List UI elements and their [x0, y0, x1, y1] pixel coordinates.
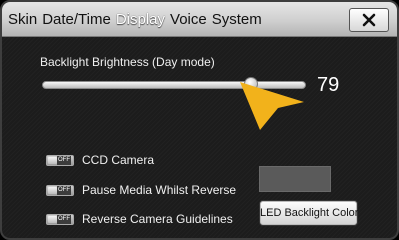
tab-system[interactable]: System [212, 10, 262, 32]
ccd-camera-toggle[interactable]: OFF [46, 154, 74, 166]
backlight-brightness-label: Backlight Brightness (Day mode) [40, 55, 215, 69]
ccd-camera-toggle-row[interactable]: OFF CCD Camera [46, 153, 154, 167]
reverse-camera-guidelines-toggle[interactable]: OFF [46, 213, 74, 225]
tab-display[interactable]: Display [116, 10, 165, 32]
led-backlight-color-button[interactable]: LED Backlight Color [259, 200, 358, 226]
toggle-state: OFF [57, 155, 71, 165]
tab-date-time[interactable]: Date/Time [42, 10, 111, 32]
tab-voice[interactable]: Voice [170, 10, 207, 32]
ccd-camera-label: CCD Camera [82, 153, 155, 167]
led-color-swatch [259, 166, 331, 192]
toggle-state: OFF [57, 185, 71, 195]
reverse-camera-guidelines-label: Reverse Camera Guidelines [82, 212, 233, 226]
toggle-knob [48, 215, 57, 223]
reverse-camera-guidelines-toggle-row[interactable]: OFF Reverse Camera Guidelines [46, 212, 233, 226]
toggle-knob [48, 156, 57, 164]
tab-bar: Skin Date/Time Display Voice System [2, 2, 397, 37]
toggle-state: OFF [57, 214, 71, 224]
pause-media-label: Pause Media Whilst Reverse [82, 183, 237, 197]
close-button[interactable] [349, 8, 389, 32]
tab-skin[interactable]: Skin [8, 10, 37, 32]
pointer-arrow-icon [240, 82, 304, 130]
pause-media-toggle[interactable]: OFF [46, 184, 74, 196]
close-x-icon [362, 13, 376, 27]
toggle-knob [48, 186, 57, 194]
backlight-brightness-value: 79 [317, 74, 340, 96]
settings-window: Skin Date/Time Display Voice System Back… [0, 0, 399, 240]
tab-list: Skin Date/Time Display Voice System [8, 10, 262, 32]
pause-media-toggle-row[interactable]: OFF Pause Media Whilst Reverse [46, 183, 236, 197]
